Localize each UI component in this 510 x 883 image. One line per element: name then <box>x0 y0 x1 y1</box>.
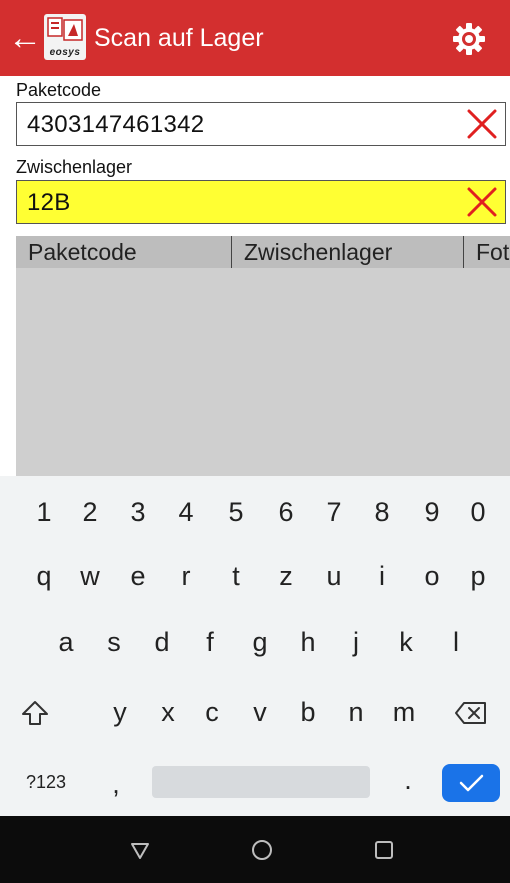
key-4[interactable]: 4 <box>164 484 208 540</box>
shift-icon[interactable] <box>20 698 50 728</box>
key-f[interactable]: f <box>188 614 232 670</box>
key-u[interactable]: u <box>312 548 356 604</box>
key-r[interactable]: r <box>164 548 208 604</box>
keyboard-row-1: q w e r t z u i o p <box>0 548 510 612</box>
key-j[interactable]: j <box>334 614 378 670</box>
key-o[interactable]: o <box>410 548 454 604</box>
scan-list[interactable] <box>16 268 510 476</box>
gear-icon[interactable] <box>452 22 486 56</box>
key-5[interactable]: 5 <box>214 484 258 540</box>
app-logo: eosys <box>44 14 86 60</box>
zwischenlager-input[interactable]: 12B <box>16 180 506 224</box>
keyboard-row-2: a s d f g h j k l <box>0 614 510 678</box>
app-bar: ← eosys Scan auf Lager <box>0 0 510 76</box>
space-bar[interactable] <box>152 766 370 798</box>
key-9[interactable]: 9 <box>410 484 454 540</box>
keyboard-number-row: 1 2 3 4 5 6 7 8 9 0 <box>0 484 510 548</box>
key-i[interactable]: i <box>360 548 404 604</box>
key-8[interactable]: 8 <box>360 484 404 540</box>
key-c[interactable]: c <box>190 684 234 740</box>
key-a[interactable]: a <box>44 614 88 670</box>
close-icon[interactable] <box>465 107 499 141</box>
backspace-icon[interactable] <box>454 700 488 726</box>
key-e[interactable]: e <box>116 548 160 604</box>
key-w[interactable]: w <box>68 548 112 604</box>
key-b[interactable]: b <box>286 684 330 740</box>
column-header-zwischenlager[interactable]: Zwischenlager <box>232 236 464 268</box>
paketcode-input[interactable]: 4303147461342 <box>16 102 506 146</box>
on-screen-keyboard: 1 2 3 4 5 6 7 8 9 0 q w e r t z u i o p … <box>0 476 510 816</box>
paketcode-value: 4303147461342 <box>27 111 205 138</box>
key-h[interactable]: h <box>286 614 330 670</box>
key-n[interactable]: n <box>334 684 378 740</box>
nav-recents-icon[interactable] <box>368 834 400 866</box>
column-header-paketcode[interactable]: Paketcode <box>16 236 232 268</box>
close-icon[interactable] <box>465 185 499 219</box>
key-6[interactable]: 6 <box>264 484 308 540</box>
key-2[interactable]: 2 <box>68 484 112 540</box>
key-g[interactable]: g <box>238 614 282 670</box>
keyboard-row-3: y x c v b n m <box>0 684 510 748</box>
key-v[interactable]: v <box>238 684 282 740</box>
nav-home-icon[interactable] <box>246 834 278 866</box>
key-d[interactable]: d <box>140 614 184 670</box>
logo-graphic-icon <box>47 17 83 41</box>
table-header: Paketcode Zwischenlager Fot <box>16 236 510 268</box>
key-l[interactable]: l <box>434 614 478 670</box>
key-0[interactable]: 0 <box>456 484 500 540</box>
nav-back-icon[interactable] <box>124 834 156 866</box>
zwischenlager-label: Zwischenlager <box>16 157 133 177</box>
enter-button[interactable] <box>442 764 500 802</box>
page-title: Scan auf Lager <box>94 24 264 52</box>
system-navigation-bar <box>0 816 510 883</box>
period-key[interactable]: . <box>388 752 428 808</box>
check-icon <box>459 774 484 792</box>
key-p[interactable]: p <box>456 548 500 604</box>
key-7[interactable]: 7 <box>312 484 356 540</box>
key-3[interactable]: 3 <box>116 484 160 540</box>
zwischenlager-value: 12B <box>27 189 71 216</box>
comma-key[interactable]: , <box>96 756 136 812</box>
paketcode-label: Paketcode <box>16 80 102 100</box>
symbols-key[interactable]: ?123 <box>16 754 76 810</box>
key-z[interactable]: z <box>264 548 308 604</box>
logo-text: eosys <box>49 47 81 58</box>
key-m[interactable]: m <box>382 684 426 740</box>
key-k[interactable]: k <box>384 614 428 670</box>
column-header-foto[interactable]: Fot <box>464 236 510 268</box>
key-t[interactable]: t <box>214 548 258 604</box>
arrow-left-icon[interactable]: ← <box>8 18 44 58</box>
key-y[interactable]: y <box>98 684 142 740</box>
key-q[interactable]: q <box>22 548 66 604</box>
key-1[interactable]: 1 <box>22 484 66 540</box>
key-s[interactable]: s <box>92 614 136 670</box>
key-x[interactable]: x <box>146 684 190 740</box>
